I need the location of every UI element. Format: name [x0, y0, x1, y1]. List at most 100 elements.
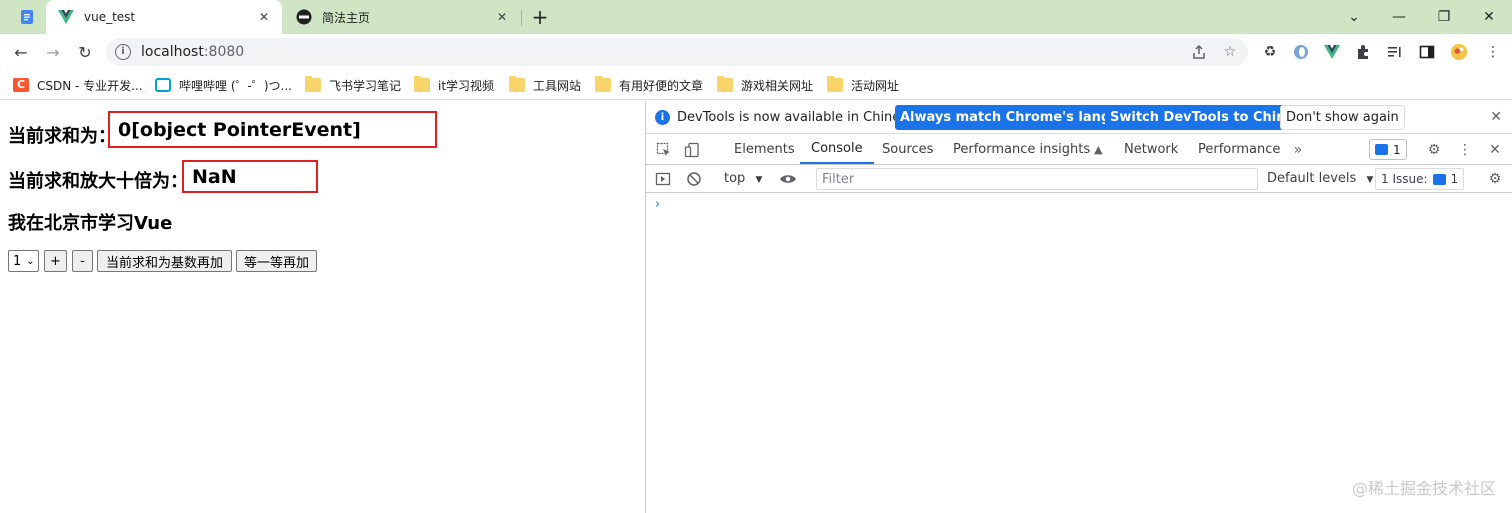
console-filter-input[interactable]: Filter — [816, 168, 1258, 190]
chrome-menu-icon[interactable]: ⋮ — [1484, 43, 1502, 61]
console-toolbar: top ▼ Filter Default levels ▼ 1 Issue: 1… — [646, 165, 1512, 193]
close-tab-icon[interactable]: ✕ — [256, 9, 272, 25]
tab-vue-test[interactable]: vue_test ✕ — [46, 0, 282, 34]
live-expression-eye-icon[interactable] — [779, 170, 797, 188]
devtools-menu-icon[interactable]: ⋮ — [1456, 141, 1474, 159]
odd-add-button[interactable]: 当前求和为基数再加 — [97, 250, 232, 272]
bookmark-folder-events[interactable]: 活动网址 — [827, 76, 899, 94]
reload-button[interactable]: ↻ — [72, 39, 98, 65]
side-panel-icon[interactable] — [1418, 43, 1436, 61]
opera-extension-icon[interactable] — [1292, 43, 1310, 61]
extensions-puzzle-icon[interactable] — [1355, 43, 1373, 61]
new-tab-button[interactable]: + — [528, 5, 552, 29]
recycle-extension-icon[interactable]: ♻ — [1261, 43, 1279, 61]
folder-icon — [414, 76, 430, 92]
clear-console-icon[interactable] — [685, 170, 703, 188]
bookmark-label: 工具网站 — [533, 78, 582, 93]
magnified-value: NaN — [182, 160, 318, 193]
reading-list-icon[interactable] — [1386, 43, 1404, 61]
bookmark-label: 有用好便的文章 — [619, 78, 704, 93]
bookmarks-bar: C CSDN - 专业开发... 哔哩哔哩 (゜-゜)つ... 飞书学习笔记 i… — [0, 70, 1512, 100]
forward-button[interactable]: → — [40, 39, 66, 65]
tab-jianfa[interactable]: 简法主页 ✕ — [284, 0, 520, 34]
bookmark-label: it学习视频 — [438, 78, 495, 93]
minus-button[interactable]: - — [72, 250, 93, 272]
info-icon: i — [655, 110, 670, 125]
bookmark-folder-articles[interactable]: 有用好便的文章 — [595, 76, 703, 94]
bookmark-csdn[interactable]: C CSDN - 专业开发... — [13, 76, 143, 94]
settings-gear-icon[interactable]: ⚙ — [1425, 141, 1443, 159]
folder-icon — [827, 76, 843, 92]
close-window-button[interactable]: ✕ — [1466, 0, 1512, 34]
devtools-panel: i DevTools is now available in Chinese! … — [645, 101, 1512, 513]
tab-network[interactable]: Network — [1124, 135, 1178, 164]
tab-title: 简法主页 — [322, 10, 371, 25]
number-select[interactable]: 1 ⌄ — [8, 250, 39, 272]
share-icon[interactable] — [1187, 42, 1211, 62]
bookmark-label: 活动网址 — [851, 78, 900, 93]
message-count: 1 — [1393, 142, 1401, 157]
tab-sources[interactable]: Sources — [882, 135, 933, 164]
more-tabs-icon[interactable]: » — [1289, 141, 1307, 159]
maximize-button[interactable]: ❐ — [1421, 0, 1467, 34]
bookmark-folder-feishu[interactable]: 飞书学习笔记 — [305, 76, 401, 94]
tab-strip: vue_test ✕ 简法主页 ✕ + ⌄ — ❐ ✕ — [0, 0, 1512, 34]
inspect-element-icon[interactable] — [655, 141, 673, 159]
close-devtools-icon[interactable]: ✕ — [1486, 141, 1504, 159]
address-bar[interactable]: i localhost:8080 ☆ — [106, 38, 1248, 66]
tab-search-icon[interactable]: ⌄ — [1331, 0, 1377, 34]
page-viewport: 当前求和为： 0[object PointerEvent] 当前求和放大十倍为：… — [0, 101, 645, 513]
dont-show-again-button[interactable]: Don't show again — [1280, 105, 1405, 130]
context-selector[interactable]: top ▼ — [724, 171, 762, 186]
dropdown-arrow-icon: ▼ — [1366, 175, 1374, 185]
close-tab-icon[interactable]: ✕ — [494, 9, 510, 25]
magnified-label: 当前求和放大十倍为： — [8, 171, 188, 192]
bilibili-icon — [155, 78, 171, 92]
experiment-flask-icon: ▲ — [1094, 143, 1103, 156]
tab-elements[interactable]: Elements — [734, 135, 795, 164]
jianfa-icon — [296, 9, 312, 25]
log-levels-dropdown[interactable]: Default levels ▼ — [1267, 171, 1373, 186]
chevron-down-icon: ⌄ — [26, 255, 35, 267]
browser-toolbar: ← → ↻ i localhost:8080 ☆ ♻ ⋮ — [0, 34, 1512, 70]
devtools-tab-bar: Elements Console Sources Performance ins… — [646, 135, 1512, 165]
folder-icon — [717, 76, 733, 92]
bookmark-label: 飞书学习笔记 — [329, 78, 402, 93]
tab-performance[interactable]: Performance — [1198, 135, 1280, 164]
sum-label: 当前求和为： — [8, 126, 116, 147]
close-infobar-icon[interactable]: ✕ — [1490, 109, 1502, 125]
bookmark-label: 哔哩哔哩 (゜-゜)つ... — [179, 78, 292, 93]
profile-avatar-icon[interactable] — [1450, 43, 1468, 61]
site-info-icon[interactable]: i — [115, 44, 131, 60]
bookmark-folder-tools[interactable]: 工具网站 — [509, 76, 581, 94]
bookmark-label: 游戏相关网址 — [741, 78, 814, 93]
vue-devtools-icon[interactable] — [1323, 43, 1341, 61]
tab-performance-insights[interactable]: Performance insights ▲ — [953, 135, 1103, 164]
console-prompt[interactable]: › — [655, 197, 660, 212]
issue-count: 1 — [1450, 172, 1459, 186]
plus-button[interactable]: + — [44, 250, 67, 272]
issues-button[interactable]: 1 Issue: 1 — [1375, 168, 1465, 190]
tab-console[interactable]: Console — [800, 135, 874, 164]
watermark: @稀土掘金技术社区 — [1351, 479, 1496, 498]
back-button[interactable]: ← — [8, 39, 34, 65]
sidebar-toggle-icon[interactable] — [654, 170, 672, 188]
url-host: localhost — [141, 44, 204, 60]
bookmark-folder-games[interactable]: 游戏相关网址 — [717, 76, 813, 94]
minimize-button[interactable]: — — [1376, 0, 1422, 34]
csdn-icon: C — [13, 78, 29, 92]
sum-value: 0[object PointerEvent] — [108, 111, 437, 148]
messages-badge[interactable]: 1 — [1369, 139, 1407, 160]
wait-add-button[interactable]: 等一等再加 — [236, 250, 317, 272]
url-port: :8080 — [203, 44, 245, 60]
context-label: top — [724, 171, 746, 186]
bookmark-star-icon[interactable]: ☆ — [1218, 42, 1242, 62]
pinned-tab[interactable] — [8, 0, 46, 34]
console-settings-gear-icon[interactable]: ⚙ — [1486, 170, 1504, 188]
issue-label: 1 Issue: — [1381, 172, 1428, 186]
bookmark-bilibili[interactable]: 哔哩哔哩 (゜-゜)つ... — [155, 76, 292, 94]
folder-icon — [509, 76, 525, 92]
device-toolbar-icon[interactable] — [683, 141, 701, 159]
url-text: localhost:8080 — [141, 44, 244, 60]
bookmark-folder-it[interactable]: it学习视频 — [414, 76, 494, 94]
